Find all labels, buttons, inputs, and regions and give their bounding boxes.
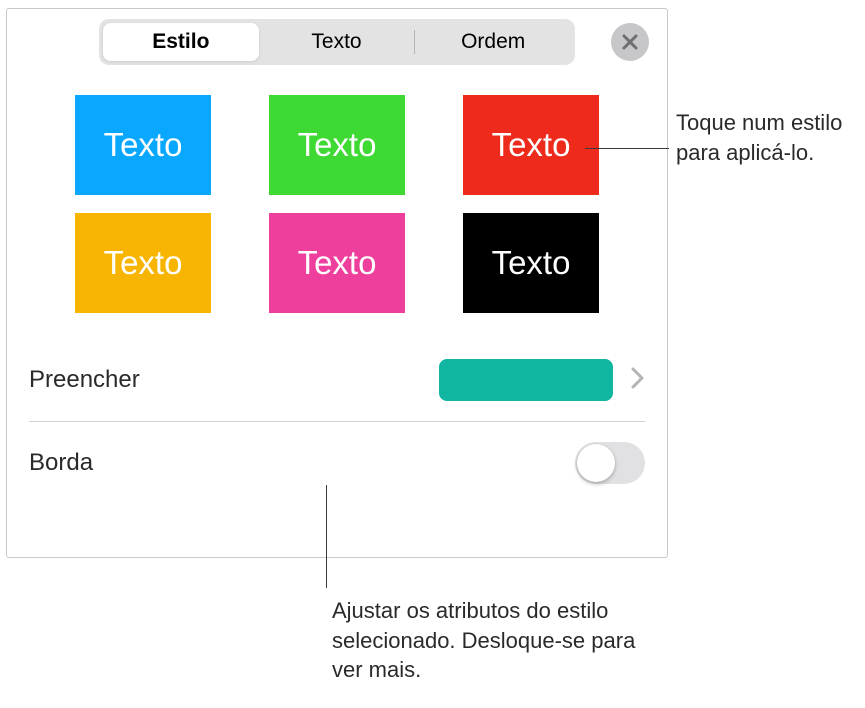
fill-label: Preencher <box>29 366 140 394</box>
callout-attributes: Ajustar os atributos do estilo seleciona… <box>332 596 652 685</box>
fill-row: Preencher <box>7 339 667 421</box>
style-swatch-pink[interactable]: Texto <box>269 213 405 313</box>
fill-disclosure[interactable] <box>631 367 645 394</box>
style-swatch-green[interactable]: Texto <box>269 95 405 195</box>
fill-color-well[interactable] <box>439 359 613 401</box>
close-icon <box>621 33 639 51</box>
border-toggle[interactable] <box>575 442 645 484</box>
style-swatch-blue[interactable]: Texto <box>75 95 211 195</box>
tab-bar: Estilo Texto Ordem <box>99 19 575 65</box>
style-panel: Estilo Texto Ordem Texto Texto Texto Tex… <box>6 8 668 558</box>
style-swatches-grid: Texto Texto Texto Texto Texto Texto <box>7 95 667 313</box>
chevron-right-icon <box>631 367 645 389</box>
style-swatch-black[interactable]: Texto <box>463 213 599 313</box>
style-swatch-red[interactable]: Texto <box>463 95 599 195</box>
tab-texto[interactable]: Texto <box>259 23 415 61</box>
border-row: Borda <box>7 422 667 504</box>
style-swatch-yellow[interactable]: Texto <box>75 213 211 313</box>
close-button[interactable] <box>611 23 649 61</box>
callout-style-tap: Toque num estilo para aplicá-lo. <box>676 108 856 167</box>
tab-ordem[interactable]: Ordem <box>415 23 571 61</box>
callout-leader-line <box>585 148 669 149</box>
toggle-knob <box>577 444 615 482</box>
callout-leader-line <box>326 485 327 588</box>
border-label: Borda <box>29 449 93 477</box>
tab-estilo[interactable]: Estilo <box>103 23 259 61</box>
